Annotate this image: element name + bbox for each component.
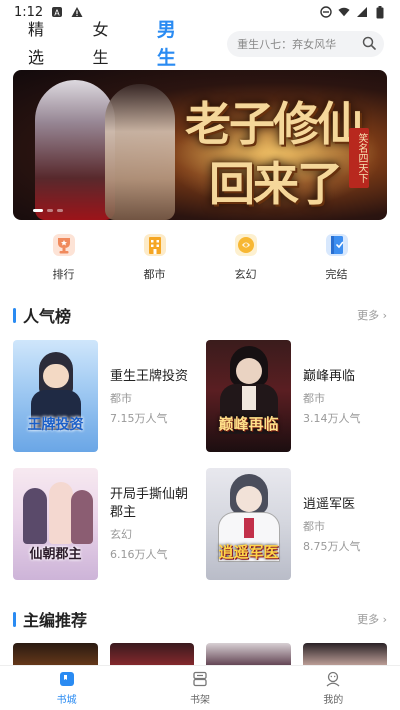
book-cover: 逍遥军医 xyxy=(206,468,291,580)
more-link[interactable]: 更多 › xyxy=(357,611,387,627)
section-title: 人气榜 xyxy=(23,307,72,326)
profile-icon xyxy=(324,670,342,688)
nav-label: 书城 xyxy=(56,695,77,706)
book-cover[interactable] xyxy=(206,643,291,667)
nav-profile[interactable]: 我的 xyxy=(267,666,400,710)
dnd-icon xyxy=(320,6,332,18)
book-genre: 都市 xyxy=(303,392,325,405)
tab-male[interactable]: 男生 xyxy=(157,16,193,72)
nav-label: 我的 xyxy=(323,695,344,706)
cover-title: 仙朝郡主 xyxy=(29,547,82,562)
pager-dot[interactable] xyxy=(47,209,53,212)
editor-picks-section-header: 主编推荐 更多 › xyxy=(13,608,387,630)
book-popularity: 7.15万人气 xyxy=(110,412,168,425)
book-cover: 仙朝郡主 xyxy=(13,468,98,580)
search-placeholder: 重生八七：弃女风华 xyxy=(237,38,337,51)
nav-bookstore[interactable]: 书城 xyxy=(0,666,133,710)
banner-character-male xyxy=(35,80,115,220)
book-title: 重生王牌投资 xyxy=(110,369,189,384)
book-cover[interactable] xyxy=(109,643,194,667)
magic-orb-icon xyxy=(233,232,259,258)
editor-picks-row xyxy=(13,643,387,667)
nav-bookshelf[interactable]: 书架 xyxy=(133,666,266,710)
book-complete-icon xyxy=(324,232,350,258)
bookstore-icon xyxy=(58,670,76,688)
banner-pager xyxy=(33,209,63,212)
book-popularity: 6.16万人气 xyxy=(110,548,168,561)
search-icon[interactable] xyxy=(362,36,376,53)
book-title: 开局手撕仙朝郡主 xyxy=(110,487,189,520)
tab-selected[interactable]: 精选 xyxy=(28,16,58,72)
pager-dot[interactable] xyxy=(33,209,43,212)
book-genre: 玄幻 xyxy=(110,528,132,541)
alert-icon xyxy=(71,6,83,18)
category-row: 排行 都市 玄幻 完结 xyxy=(0,232,400,288)
more-link[interactable]: 更多 › xyxy=(357,307,387,323)
signal-icon xyxy=(356,6,368,18)
book-title: 逍遥军医 xyxy=(303,497,356,512)
section-title: 主编推荐 xyxy=(23,611,88,630)
popular-section-header: 人气榜 更多 › xyxy=(13,304,387,326)
book-genre: 都市 xyxy=(303,520,325,533)
category-completed[interactable]: 完结 xyxy=(307,232,367,288)
nav-label: 书架 xyxy=(189,695,210,706)
search-bar[interactable]: 重生八七：弃女风华 xyxy=(227,31,384,57)
category-label: 排行 xyxy=(52,268,75,281)
book-title: 巅峰再临 xyxy=(303,369,356,384)
category-ranking[interactable]: 排行 xyxy=(34,232,94,288)
category-label: 完结 xyxy=(325,268,348,281)
category-label: 玄幻 xyxy=(234,268,257,281)
book-cover: 王牌投资 xyxy=(13,340,98,452)
wifi-icon xyxy=(338,6,350,18)
banner-title-line1: 老子修仙 xyxy=(185,97,363,151)
pager-dot[interactable] xyxy=(57,209,63,212)
cover-title: 王牌投资 xyxy=(27,417,84,433)
trophy-icon xyxy=(51,232,77,258)
book-card[interactable]: 逍遥军医 逍遥军医 都市 8.75万人气 xyxy=(206,468,392,583)
section-accent-bar xyxy=(13,307,16,323)
book-cover[interactable] xyxy=(302,643,387,667)
cover-title: 巅峰再临 xyxy=(218,415,279,433)
book-cover[interactable] xyxy=(13,643,98,667)
bookshelf-icon xyxy=(191,670,209,688)
battery-icon xyxy=(374,5,386,18)
banner-title-line2: 回来了 xyxy=(209,157,343,211)
banner-character-female xyxy=(105,84,175,220)
book-card[interactable]: 王牌投资 重生王牌投资 都市 7.15万人气 xyxy=(13,340,199,455)
book-card[interactable]: 巅峰再临 巅峰再临 都市 3.14万人气 xyxy=(206,340,392,455)
category-label: 都市 xyxy=(143,268,166,281)
promo-banner[interactable]: 老子修仙 回来了 笑名四天下 xyxy=(13,70,387,220)
book-cover: 巅峰再临 xyxy=(206,340,291,452)
section-accent-bar xyxy=(13,611,16,627)
bottom-nav: 书城 书架 我的 xyxy=(0,665,400,710)
book-popularity: 8.75万人气 xyxy=(303,540,361,553)
book-popularity: 3.14万人气 xyxy=(303,412,361,425)
city-building-icon xyxy=(142,232,168,258)
status-bar: 1:12 A xyxy=(0,0,400,24)
top-nav: 精选 女生 男生 重生八七：弃女风华 xyxy=(0,19,400,69)
cover-title: 逍遥军医 xyxy=(218,543,279,561)
tab-female[interactable]: 女生 xyxy=(92,16,122,72)
category-fantasy[interactable]: 玄幻 xyxy=(216,232,276,288)
category-urban[interactable]: 都市 xyxy=(125,232,185,288)
book-genre: 都市 xyxy=(110,392,132,405)
banner-seal: 笑名四天下 xyxy=(349,128,369,188)
book-card[interactable]: 仙朝郡主 开局手撕仙朝郡主 玄幻 6.16万人气 xyxy=(13,468,199,583)
